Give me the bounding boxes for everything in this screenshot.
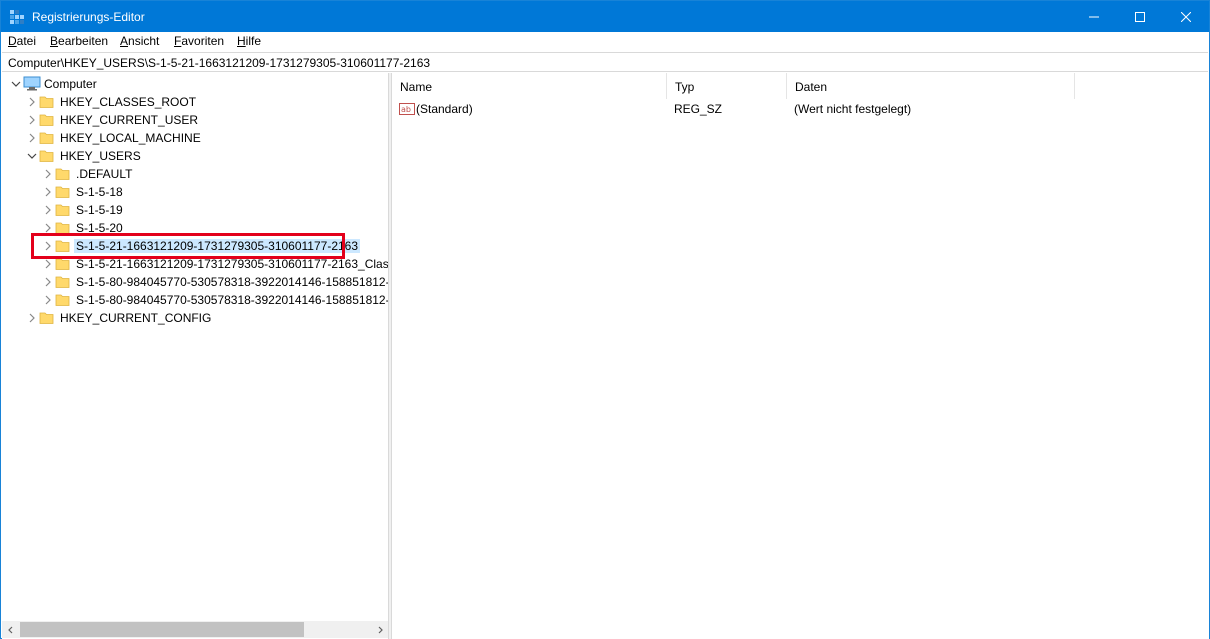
folder-open-icon <box>39 150 54 162</box>
tree-pane[interactable]: Computer HKEY_CLASSES_ROOT HKEY_CURRENT_… <box>2 73 388 639</box>
column-header-type[interactable]: Typ <box>667 73 787 99</box>
chevron-right-icon[interactable] <box>26 96 38 108</box>
tree-label: S-1-5-18 <box>76 185 123 199</box>
address-path[interactable]: Computer\HKEY_USERS\S-1-5-21-1663121209-… <box>8 56 430 70</box>
tree-node-default[interactable]: .DEFAULT <box>2 165 388 183</box>
chevron-right-icon[interactable] <box>42 186 54 198</box>
tree-node-hkey-local-machine[interactable]: HKEY_LOCAL_MACHINE <box>2 129 388 147</box>
folder-icon <box>39 114 54 126</box>
menu-favoriten[interactable]: Favoriten <box>173 34 225 49</box>
tree-label-selected: S-1-5-21-1663121209-1731279305-310601177… <box>74 239 361 253</box>
folder-icon <box>55 258 70 270</box>
tree-label: HKEY_CURRENT_USER <box>60 113 199 127</box>
tree-label: HKEY_LOCAL_MACHINE <box>60 131 201 145</box>
list-item[interactable]: ab (Standard) REG_SZ (Wert nicht festgel… <box>392 100 1209 118</box>
folder-icon <box>55 204 70 216</box>
close-button[interactable] <box>1163 1 1209 32</box>
tree-node-s-1-5-19[interactable]: S-1-5-19 <box>2 201 388 219</box>
column-header-name[interactable]: Name <box>392 73 667 99</box>
chevron-left-icon <box>7 626 12 633</box>
chevron-down-icon[interactable] <box>10 78 22 90</box>
folder-icon <box>55 240 70 252</box>
tree-node-s-1-5-20[interactable]: S-1-5-20 <box>2 219 388 237</box>
minimize-icon <box>1089 16 1099 17</box>
string-value-icon: ab <box>399 103 415 115</box>
regedit-app-icon <box>9 9 25 25</box>
minimize-button[interactable] <box>1071 1 1117 32</box>
tree-label: S-1-5-19 <box>76 203 123 217</box>
value-data: (Wert nicht festgelegt) <box>794 102 912 116</box>
tree-node-user-sid[interactable]: S-1-5-21-1663121209-1731279305-310601177… <box>2 237 388 255</box>
tree-horizontal-scrollbar[interactable] <box>2 621 388 638</box>
computer-icon <box>23 76 41 91</box>
tree-label: HKEY_USERS <box>60 149 141 163</box>
scroll-left-button[interactable] <box>2 621 19 638</box>
value-name: (Standard) <box>416 102 473 116</box>
tree-label: HKEY_CURRENT_CONFIG <box>60 311 212 325</box>
folder-icon <box>55 276 70 288</box>
chevron-right-icon[interactable] <box>42 258 54 270</box>
chevron-right-icon[interactable] <box>42 240 54 252</box>
title-bar[interactable]: Registrierungs-Editor <box>1 1 1209 32</box>
folder-icon <box>55 168 70 180</box>
chevron-right-icon[interactable] <box>26 312 38 324</box>
tree-label: .DEFAULT <box>76 167 133 181</box>
tree-node-user-sid-classes[interactable]: S-1-5-21-1663121209-1731279305-310601177… <box>2 255 388 273</box>
folder-icon <box>39 132 54 144</box>
folder-icon <box>39 96 54 108</box>
tree-label: S-1-5-21-1663121209-1731279305-310601177… <box>76 257 388 271</box>
menu-ansicht[interactable]: Ansicht <box>119 34 160 49</box>
values-list-pane[interactable]: Name Typ Daten ab (Standard) REG_SZ (Wer… <box>392 73 1209 639</box>
tree-label: S-1-5-20 <box>76 221 123 235</box>
chevron-right-icon[interactable] <box>26 114 38 126</box>
scroll-right-button[interactable] <box>371 621 388 638</box>
maximize-button[interactable] <box>1117 1 1163 32</box>
tree-node-hkey-current-user[interactable]: HKEY_CURRENT_USER <box>2 111 388 129</box>
svg-text:ab: ab <box>401 105 411 114</box>
tree-node-hkey-current-config[interactable]: HKEY_CURRENT_CONFIG <box>2 309 388 327</box>
address-bar[interactable]: Computer\HKEY_USERS\S-1-5-21-1663121209-… <box>2 52 1208 72</box>
folder-icon <box>39 312 54 324</box>
tree-node-s-1-5-80-b[interactable]: S-1-5-80-984045770-530578318-3922014146-… <box>2 291 388 309</box>
chevron-right-icon[interactable] <box>42 222 54 234</box>
folder-icon <box>55 222 70 234</box>
chevron-right-icon[interactable] <box>26 132 38 144</box>
chevron-right-icon[interactable] <box>42 168 54 180</box>
chevron-right-icon <box>378 626 383 633</box>
value-type: REG_SZ <box>674 102 723 116</box>
tree-label: HKEY_CLASSES_ROOT <box>60 95 197 109</box>
column-header-data-label: Daten <box>795 80 828 94</box>
column-header-name-label: Name <box>400 80 433 94</box>
scrollbar-thumb[interactable] <box>20 622 304 637</box>
window-title: Registrierungs-Editor <box>32 10 145 24</box>
tree-node-hkey-classes-root[interactable]: HKEY_CLASSES_ROOT <box>2 93 388 111</box>
chevron-right-icon[interactable] <box>42 294 54 306</box>
folder-icon <box>55 294 70 306</box>
menu-hilfe[interactable]: Hilfe <box>236 34 262 49</box>
tree-label: S-1-5-80-984045770-530578318-3922014146-… <box>76 293 388 307</box>
maximize-icon <box>1135 11 1145 22</box>
column-header-data[interactable]: Daten <box>787 73 1075 99</box>
tree-node-computer[interactable]: Computer <box>2 75 388 93</box>
folder-icon <box>55 186 70 198</box>
chevron-right-icon[interactable] <box>42 204 54 216</box>
registry-editor-window: Registrierungs-Editor Datei Bearbeiten A… <box>0 0 1210 639</box>
close-icon <box>1181 11 1191 22</box>
menu-bearbeiten[interactable]: Bearbeiten <box>49 34 109 49</box>
tree-label-computer: Computer <box>44 77 97 91</box>
tree-node-s-1-5-80-a[interactable]: S-1-5-80-984045770-530578318-3922014146-… <box>2 273 388 291</box>
tree-node-s-1-5-18[interactable]: S-1-5-18 <box>2 183 388 201</box>
column-header-type-label: Typ <box>675 80 695 94</box>
menu-bar: Datei Bearbeiten Ansicht Favoriten Hilfe <box>1 32 1209 51</box>
chevron-down-icon[interactable] <box>26 150 38 162</box>
menu-datei[interactable]: Datei <box>7 34 37 49</box>
tree-node-hkey-users[interactable]: HKEY_USERS <box>2 147 388 165</box>
chevron-right-icon[interactable] <box>42 276 54 288</box>
tree-label: S-1-5-80-984045770-530578318-3922014146-… <box>76 275 388 289</box>
